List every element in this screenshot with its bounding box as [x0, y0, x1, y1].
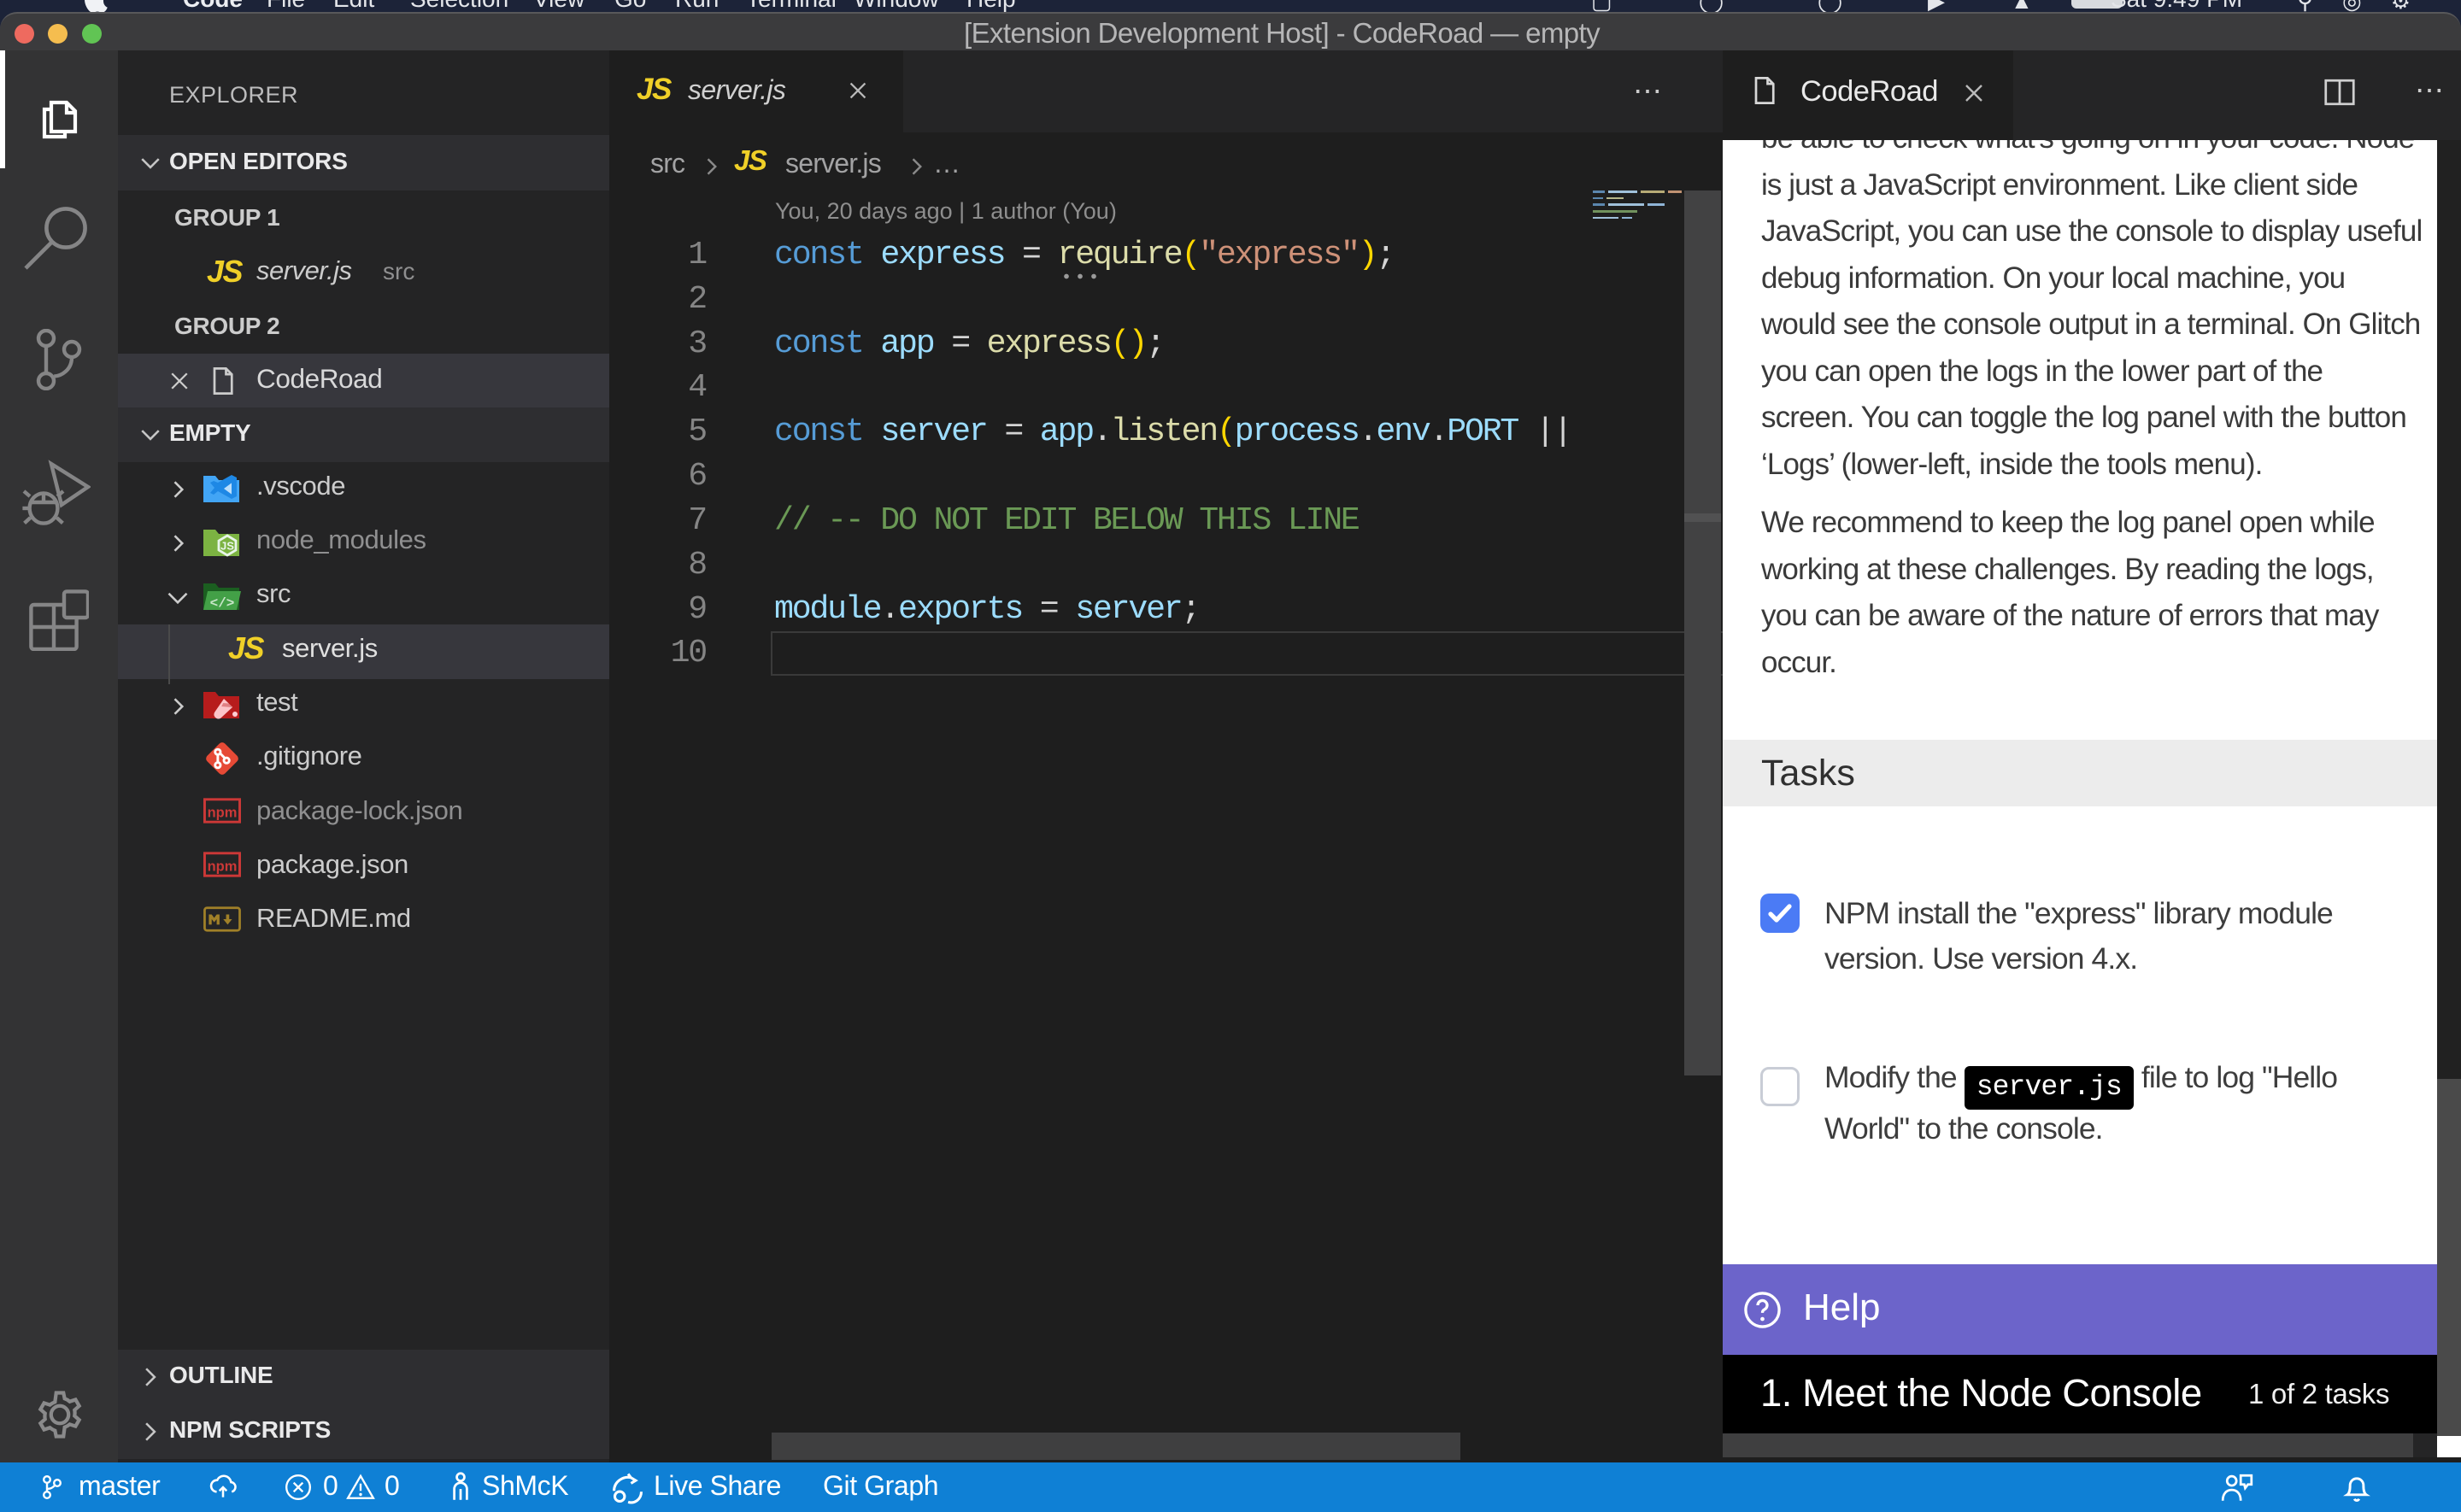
svg-text:npm: npm: [208, 806, 238, 821]
svg-text:npm: npm: [208, 859, 238, 875]
svg-text:</>: </>: [210, 596, 235, 612]
svg-text:JS: JS: [220, 540, 234, 553]
